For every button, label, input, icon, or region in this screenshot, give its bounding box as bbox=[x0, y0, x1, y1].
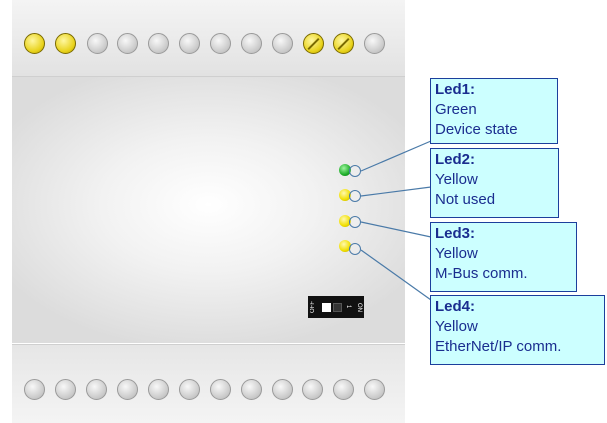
callout-led3: Led3: Yellow M-Bus comm. bbox=[430, 222, 577, 292]
callout-led1: Led1: Green Device state bbox=[430, 78, 558, 144]
leader-line-led2 bbox=[360, 186, 432, 197]
leader-line-led3 bbox=[360, 221, 432, 238]
callout-led1-color: Green bbox=[435, 101, 477, 118]
callout-led2: Led2: Yellow Not used bbox=[430, 148, 559, 218]
callout-led2-meaning: Not used bbox=[435, 191, 496, 208]
callout-led2-title: Led2: bbox=[435, 151, 476, 168]
leader-line-led1 bbox=[360, 140, 432, 172]
callout-led2-color: Yellow bbox=[435, 171, 478, 188]
callout-led4-meaning: EtherNet/IP comm. bbox=[435, 338, 562, 355]
callout-led4-color: Yellow bbox=[435, 318, 478, 335]
callout-led4-title: Led4: bbox=[435, 298, 476, 315]
callout-led4: Led4: Yellow EtherNet/IP comm. bbox=[430, 295, 605, 365]
leader-line-led4 bbox=[360, 249, 432, 301]
callout-led3-title: Led3: bbox=[435, 225, 476, 242]
callout-led3-meaning: M-Bus comm. bbox=[435, 265, 528, 282]
callout-led3-color: Yellow bbox=[435, 245, 478, 262]
callout-led1-title: Led1: bbox=[435, 81, 476, 98]
callout-led1-meaning: Device state bbox=[435, 121, 518, 138]
